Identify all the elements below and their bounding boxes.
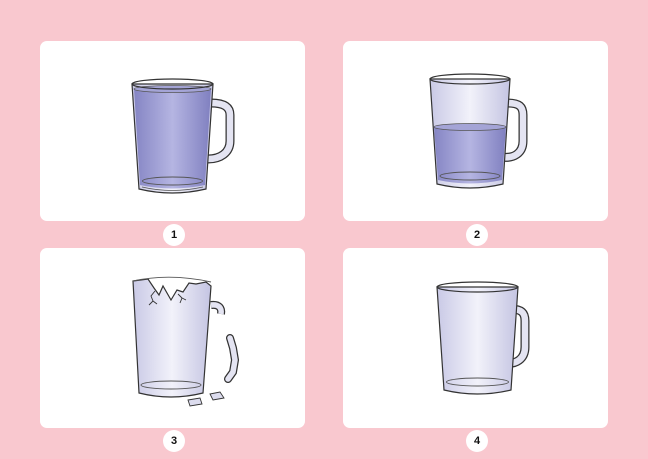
panel-3: [40, 248, 305, 428]
panel-2: [343, 41, 608, 221]
panel-3-number-badge: 3: [163, 430, 185, 452]
full-cup-icon: [131, 78, 235, 194]
panel-1: [40, 41, 305, 221]
panel-2-number-badge: 2: [466, 224, 488, 246]
panel-1-number-badge: 1: [163, 224, 185, 246]
half-full-cup-icon: [429, 73, 528, 189]
broken-cup-icon: [132, 276, 240, 407]
panel-4: [343, 248, 608, 428]
panel-4-number-badge: 4: [466, 430, 488, 452]
empty-cup-icon: [436, 281, 530, 395]
